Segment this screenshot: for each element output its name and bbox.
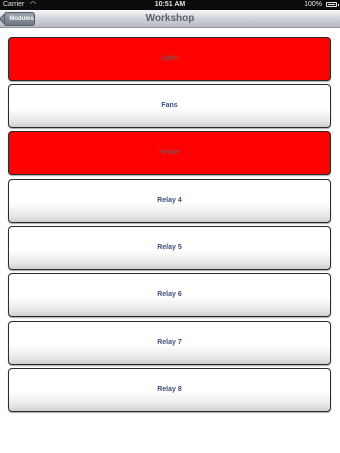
relay-button-8[interactable]: Relay 8 (8, 368, 331, 412)
relay-button-2[interactable]: Fans (8, 84, 331, 128)
relay-button-1[interactable]: Lights (8, 37, 331, 81)
relay-button-4[interactable]: Relay 4 (8, 179, 331, 223)
relay-button-7[interactable]: Relay 7 (8, 321, 331, 365)
status-time: 10:51 AM (154, 1, 186, 8)
relay-button-3[interactable]: Heater (8, 131, 331, 175)
battery-percent: 100% (304, 1, 322, 8)
back-button-modules[interactable]: Modules (4, 12, 35, 26)
relay-button-6[interactable]: Relay 6 (8, 273, 331, 317)
status-bar: Carrier ◠ 10:51 AM 100% (0, 0, 340, 10)
navigation-bar: Workshop Modules (0, 10, 340, 28)
battery-icon (326, 2, 339, 7)
page-title: Workshop (145, 13, 195, 24)
relay-button-5[interactable]: Relay 5 (8, 226, 331, 270)
